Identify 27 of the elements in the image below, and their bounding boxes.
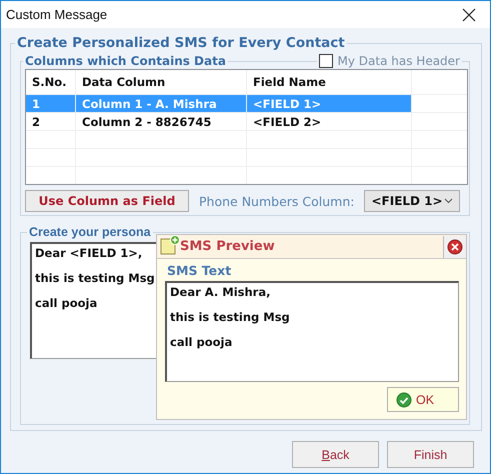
column-header[interactable]: Data Column	[76, 70, 247, 94]
dialog-button[interactable]: Finish	[387, 441, 474, 468]
note-add-icon	[160, 234, 180, 254]
preview-field: Dear A. Mishra, this is testing Msg call pooja	[165, 281, 459, 382]
table-cell: Column 2 - 8826745	[76, 113, 247, 130]
column-header[interactable]: Field Name	[247, 70, 412, 94]
use-column-button[interactable]: Use Column as Field	[25, 190, 189, 212]
close-icon[interactable]	[462, 8, 476, 22]
checkbox[interactable]	[318, 54, 333, 68]
group-title: Create your persona	[27, 224, 153, 240]
phone-column-label: Phone Numbers Column:	[199, 194, 354, 208]
window-title: Custom Message	[6, 7, 108, 22]
checkbox-label: My Data has Header	[338, 54, 460, 68]
table-row[interactable]: 2 Column 2 - 8826745 <FIELD 2>	[26, 113, 467, 131]
caret-icon	[444, 198, 454, 204]
table-cell: <FIELD 1>	[247, 95, 412, 112]
table-cell: Column 1 - A. Mishra	[76, 95, 247, 112]
close-button[interactable]	[443, 236, 466, 258]
group-title: Create Personalized SMS for Every Contact	[15, 35, 347, 51]
ok-button[interactable]: OK	[387, 387, 459, 412]
dialog-button[interactable]: Back	[292, 441, 379, 468]
table-cell: 1	[26, 95, 76, 112]
check-icon	[396, 392, 412, 408]
table-cell: <FIELD 2>	[247, 113, 412, 130]
table-cell: 2	[26, 113, 76, 130]
phone-column-dropdown[interactable]: <FIELD 1>	[364, 190, 460, 212]
column-header[interactable]: S.No.	[26, 70, 76, 94]
